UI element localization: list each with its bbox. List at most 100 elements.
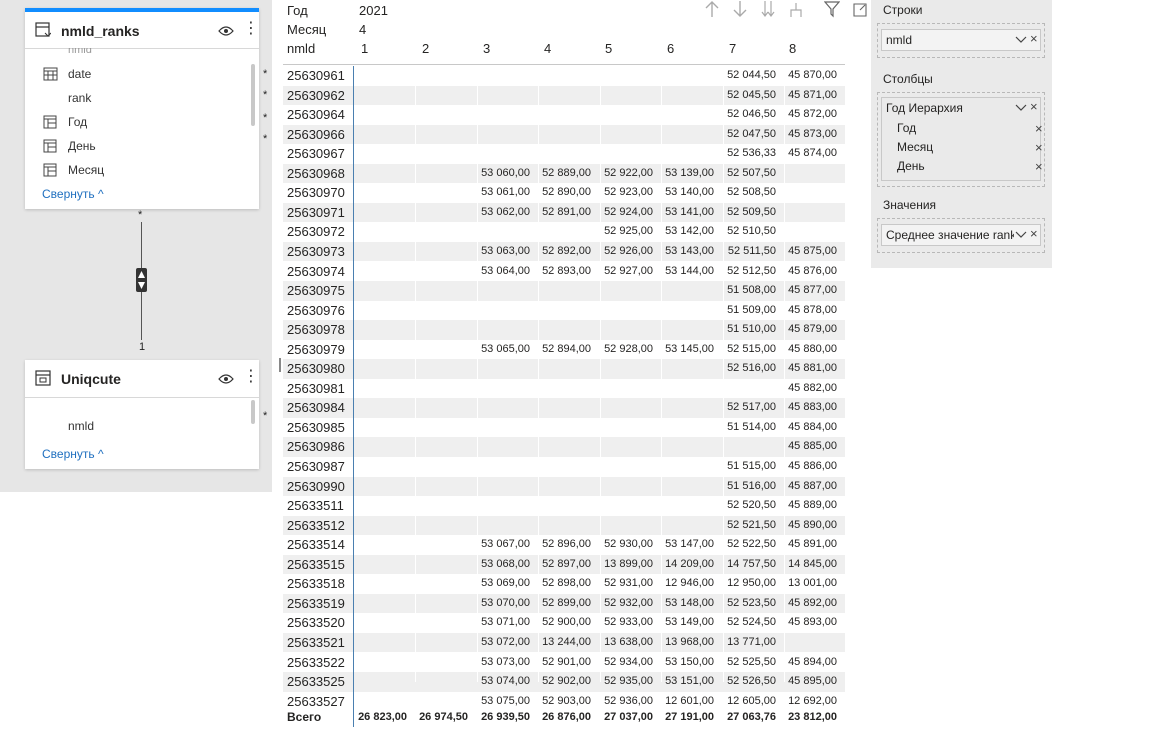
row-id[interactable]: 25630978 [287,322,345,337]
drill-up-icon[interactable] [704,0,720,18]
column-header[interactable]: 2 [422,41,429,56]
filter-icon[interactable] [824,0,840,18]
row-id[interactable]: 25630974 [287,264,345,279]
remove-level-icon[interactable]: × [1035,140,1043,155]
values-well[interactable]: Среднее значение rank × [877,218,1045,253]
row-id[interactable]: 25630981 [287,381,345,396]
table-cell: 51 515,00 [727,460,776,472]
matrix-visual[interactable]: Год 2021 Месяц 4 nmld 1 2 3 4 5 6 7 8 25630961 5… [283,0,867,730]
field-clipped[interactable]: nmld [68,48,92,55]
focus-mode-icon[interactable] [852,0,868,18]
relationship-line[interactable] [141,222,142,268]
remove-field-icon[interactable]: × [1030,100,1040,113]
row-id[interactable]: 25630976 [287,303,345,318]
table-cell: 53 065,00 [481,342,530,355]
drill-down-icon[interactable] [732,0,748,18]
rows-well[interactable]: nmld × [877,23,1045,58]
table-cell: 12 605,00 [727,694,776,707]
row-id[interactable]: 25630962 [287,88,345,103]
row-id[interactable]: 25630971 [287,205,345,220]
hierarchy-level-month[interactable]: Месяц [897,140,933,154]
column-header[interactable]: 5 [605,41,612,56]
row-id[interactable]: 25630987 [287,459,345,474]
pane-splitter[interactable] [279,358,281,372]
table-cell: 45 890,00 [788,518,837,531]
table-cell: 52 893,00 [542,264,591,277]
row-id[interactable]: 25630970 [287,185,345,200]
column-header[interactable]: 7 [729,41,736,56]
column-divider [723,66,724,682]
chevron-down-icon[interactable] [1015,101,1027,113]
table-cell: 52 511,50 [727,244,776,257]
relationship-marker: * [263,410,268,422]
row-id[interactable]: 25633521 [287,635,345,650]
table-card-nmld-ranks[interactable]: nmld_ranks ⋮ nmld date rank Год День Мес… [25,8,259,209]
columns-well[interactable]: Год Иерархия × Год × Месяц × День × [877,92,1045,187]
rows-field-pill[interactable]: nmld × [881,29,1041,51]
collapse-link[interactable]: Свернуть ^ [42,187,104,201]
row-id[interactable]: 25630967 [287,146,345,161]
remove-field-icon[interactable]: × [1030,32,1040,45]
row-id[interactable]: 25630990 [287,479,345,494]
expand-next-level-icon[interactable] [788,0,804,18]
more-options-icon[interactable]: ⋮ [243,20,259,40]
table-cell: 52 515,00 [727,342,776,355]
values-field-pill[interactable]: Среднее значение rank × [881,224,1041,246]
chevron-down-icon[interactable] [1015,228,1027,240]
row-id[interactable]: 25633520 [287,615,345,630]
table-row: 25633525 53 074,00 52 902,00 52 935,00 53 15… [283,672,845,692]
eye-icon[interactable] [218,25,234,37]
scrollbar[interactable] [251,400,255,424]
collapse-label: Свернуть [42,447,95,461]
row-id[interactable]: 25633515 [287,557,345,572]
row-id[interactable]: 25630986 [287,439,345,454]
row-id[interactable]: 25630964 [287,107,345,122]
row-id[interactable]: 25633522 [287,655,345,670]
hierarchy-level-day[interactable]: День [897,159,925,173]
row-id[interactable]: 25633519 [287,596,345,611]
row-id[interactable]: 25630975 [287,283,345,298]
column-header[interactable]: 6 [667,41,674,56]
table-cell: 52 526,50 [727,675,776,688]
remove-level-icon[interactable]: × [1035,159,1043,174]
table-cell: 51 514,00 [727,420,776,433]
column-header[interactable]: 1 [361,41,368,56]
row-id[interactable]: 25630980 [287,361,345,376]
hierarchy-level-year[interactable]: Год [897,121,916,135]
scrollbar[interactable] [251,64,255,126]
row-id[interactable]: 25630968 [287,166,345,181]
row-header[interactable]: nmld [287,41,315,56]
table-cell: 14 845,00 [788,557,837,570]
table-cell: 52 510,50 [727,225,776,238]
remove-level-icon[interactable]: × [1035,121,1043,136]
table-card-header[interactable]: Uniqcute ⋮ [25,360,259,398]
collapse-link[interactable]: Свернуть ^ [42,447,104,461]
row-id[interactable]: 25630985 [287,420,345,435]
row-id[interactable]: 25633514 [287,537,345,552]
row-id[interactable]: 25633512 [287,518,345,533]
table-card-uniqcute[interactable]: Uniqcute ⋮ nmld Свернуть ^ [25,360,259,469]
row-id[interactable]: 25630972 [287,224,345,239]
table-card-header[interactable]: nmld_ranks ⋮ [25,12,259,49]
relationship-direction-icon[interactable] [136,268,147,292]
more-options-icon[interactable]: ⋮ [243,368,259,388]
column-header[interactable]: 8 [789,41,796,56]
row-id[interactable]: 25633518 [287,576,345,591]
row-id[interactable]: 25630984 [287,400,345,415]
remove-field-icon[interactable]: × [1030,227,1040,240]
expand-all-icon[interactable] [760,0,776,18]
row-id[interactable]: 25633511 [287,498,344,513]
chevron-down-icon[interactable] [1015,33,1027,45]
row-id[interactable]: 25630966 [287,127,345,142]
eye-icon[interactable] [218,373,234,385]
relationship-line[interactable] [141,292,142,340]
total-cell: 27 037,00 [604,711,653,723]
relationship-marker: * [263,133,268,145]
column-header[interactable]: 3 [483,41,490,56]
column-header[interactable]: 4 [544,41,551,56]
row-id[interactable]: 25630973 [287,244,345,259]
row-id[interactable]: 25630979 [287,342,345,357]
column-divider [477,66,478,682]
row-id[interactable]: 25630961 [287,68,345,83]
row-id[interactable]: 25633525 [287,674,345,689]
